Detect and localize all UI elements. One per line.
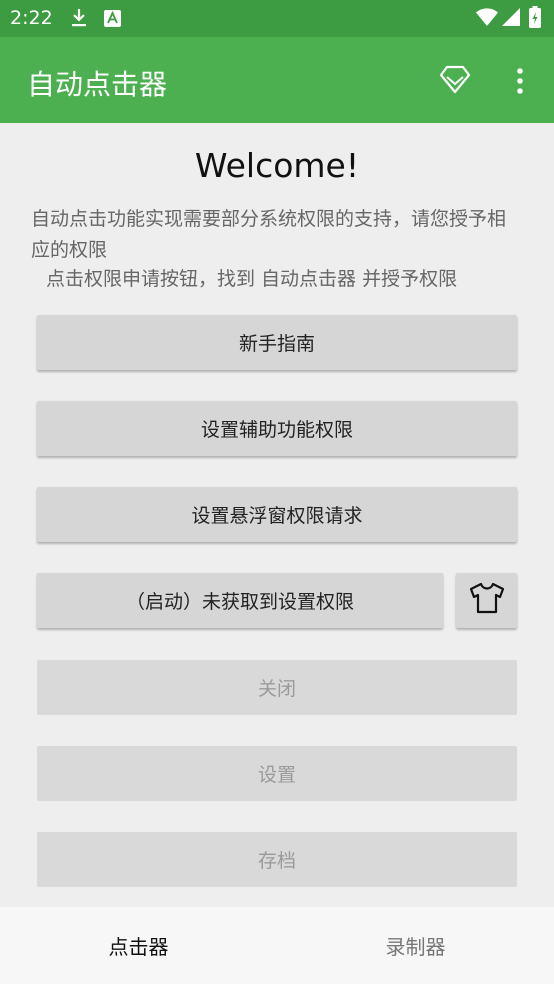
- permission-description: 自动点击功能实现需要部分系统权限的支持，请您授予相应的权限: [31, 208, 507, 261]
- skin-button[interactable]: [456, 573, 517, 628]
- permission-hint: 点击权限申请按钮，找到 自动点击器 并授予权限: [46, 268, 458, 290]
- status-time: 2:22: [10, 7, 53, 29]
- signal-icon: [502, 8, 520, 30]
- nav-item-label: 点击器: [108, 935, 169, 959]
- status-bar: 2:22: [0, 0, 554, 37]
- start-button[interactable]: （启动）未获取到设置权限: [37, 573, 443, 628]
- font-a-icon: [104, 10, 121, 31]
- wifi-icon: [476, 8, 498, 30]
- settings-button[interactable]: 设置: [37, 746, 517, 801]
- nav-item-recorder[interactable]: 录制器: [277, 907, 554, 984]
- accessibility-permission-button[interactable]: 设置辅助功能权限: [37, 401, 517, 456]
- more-vert-icon[interactable]: [514, 68, 526, 98]
- overlay-permission-button[interactable]: 设置悬浮窗权限请求: [37, 487, 517, 542]
- welcome-heading: Welcome!: [194, 146, 360, 185]
- app-title: 自动点击器: [27, 68, 168, 101]
- save-button[interactable]: 存档: [37, 832, 517, 887]
- nav-item-clicker[interactable]: 点击器: [0, 907, 277, 984]
- close-button[interactable]: 关闭: [37, 660, 517, 715]
- battery-icon: [529, 6, 541, 32]
- guide-button[interactable]: 新手指南: [37, 315, 517, 370]
- diamond-icon[interactable]: [439, 65, 471, 99]
- nav-item-label: 录制器: [385, 935, 446, 959]
- tshirt-icon: [469, 582, 505, 619]
- app-toolbar: 自动点击器: [0, 37, 554, 123]
- bottom-nav: 点击器 录制器: [0, 907, 554, 984]
- download-icon: [70, 8, 88, 32]
